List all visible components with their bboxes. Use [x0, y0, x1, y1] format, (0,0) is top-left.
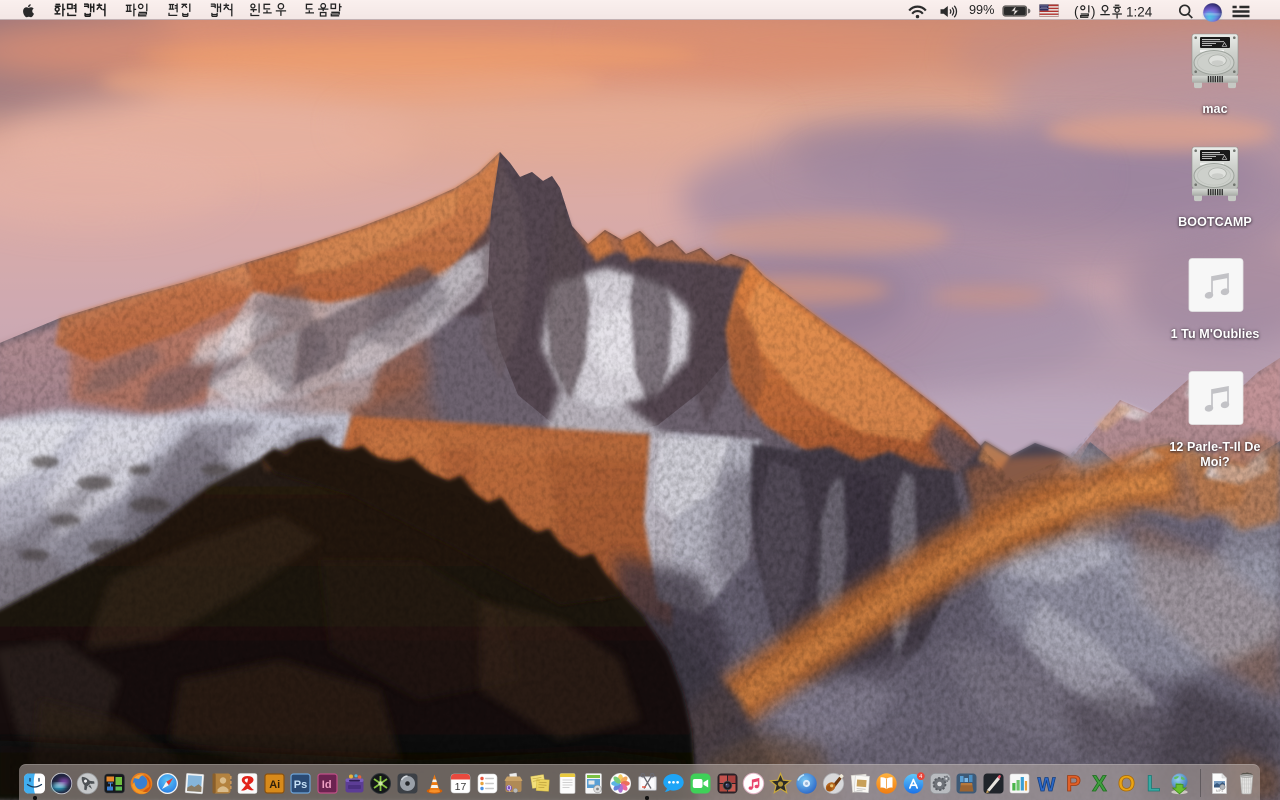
- svg-text:(: (: [1074, 4, 1079, 19]
- svg-text:L: L: [1146, 772, 1159, 795]
- svg-text:P: P: [1066, 772, 1081, 795]
- svg-text:17: 17: [455, 781, 467, 793]
- svg-text:MP4: MP4: [1215, 789, 1222, 793]
- svg-text:X: X: [1092, 772, 1107, 795]
- svg-text:1:24: 1:24: [1126, 4, 1153, 19]
- svg-text:Ps: Ps: [294, 779, 307, 791]
- svg-text:Q: Q: [507, 786, 512, 792]
- svg-text:Ai: Ai: [269, 779, 280, 791]
- svg-text:Id: Id: [322, 779, 332, 791]
- svg-text:O: O: [1118, 772, 1135, 795]
- svg-text:W: W: [1038, 775, 1056, 795]
- svg-text:): ): [1091, 4, 1095, 19]
